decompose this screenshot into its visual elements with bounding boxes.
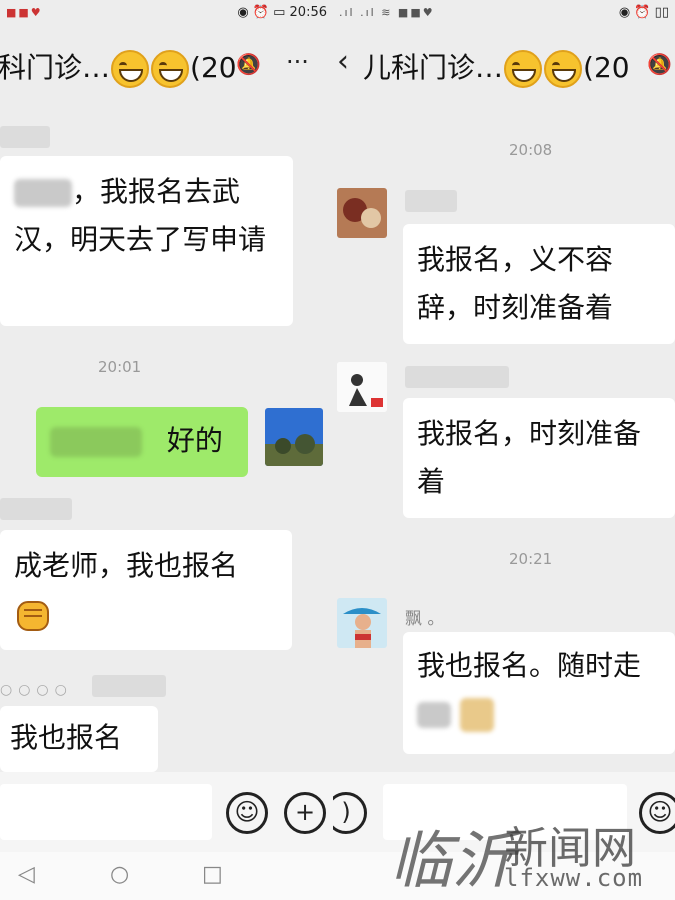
chat-title-bar: 科门诊… (20 🔕 ··· bbox=[0, 28, 333, 100]
chat-title-text: 儿科门诊… bbox=[363, 51, 504, 84]
grin-emoji-icon bbox=[504, 50, 543, 88]
grin-emoji-icon bbox=[111, 50, 150, 88]
right-chat-screen: .ıl .ıl ≋ ■■♥ ◉ ⏰ ▯▯ ‹ 儿科门诊… (20 🔕 20:08 … bbox=[333, 0, 675, 900]
nav-recent-icon[interactable]: □ bbox=[202, 862, 223, 887]
status-icons: ■■♥ bbox=[6, 6, 43, 19]
message-bubble[interactable]: 我也报名。随时走 bbox=[403, 632, 675, 754]
timestamp: 20:21 bbox=[509, 550, 553, 568]
grin-emoji-icon bbox=[544, 50, 583, 88]
back-icon[interactable]: ‹ bbox=[337, 44, 349, 79]
bell-off-icon: 🔕 bbox=[236, 52, 261, 76]
nav-back-icon[interactable]: ◁ bbox=[18, 862, 35, 887]
bell-off-icon: 🔕 bbox=[647, 52, 672, 76]
message-bubble[interactable]: 成老师，我也报名 bbox=[0, 530, 292, 650]
chat-title[interactable]: 儿科门诊… (20 bbox=[363, 46, 630, 88]
left-chat-screen: ■■♥ ◉ ⏰ ▭ 20:56 科门诊… (20 🔕 ··· ，我报名去武汉，明天… bbox=[0, 0, 333, 900]
timestamp: 20:08 bbox=[509, 141, 553, 159]
status-time-wrap: ◉ ⏰ ▭ 20:56 bbox=[237, 5, 327, 20]
emoji-icon[interactable]: ☺ bbox=[226, 792, 268, 834]
avatar[interactable] bbox=[337, 362, 387, 412]
watermark-brand: 临沂 bbox=[390, 824, 515, 897]
input-bar: ☺ + bbox=[0, 772, 333, 852]
add-icon[interactable]: + bbox=[284, 792, 326, 834]
watermark-url: lfxww.com bbox=[504, 864, 644, 892]
message-bubble[interactable]: 我报名，时刻准备着 bbox=[403, 398, 675, 518]
more-icon[interactable]: ··· bbox=[286, 48, 309, 76]
voice-icon[interactable]: ) bbox=[333, 792, 367, 834]
avatar[interactable] bbox=[265, 408, 323, 466]
blurred-name bbox=[50, 427, 142, 457]
chat-title-bar: ‹ 儿科门诊… (20 🔕 bbox=[333, 28, 675, 100]
chat-title[interactable]: 科门诊… (20 bbox=[0, 46, 237, 88]
sender-name-blurred bbox=[405, 366, 509, 388]
message-text: 我报名，义不容辞，时刻准备着 bbox=[417, 243, 614, 324]
message-text: 我报名，时刻准备着 bbox=[417, 417, 642, 498]
sender-name: 飘 。 bbox=[405, 609, 445, 629]
message-text: 我也报名 bbox=[10, 721, 123, 754]
status-icons: .ıl .ıl ≋ ■■♥ bbox=[339, 6, 435, 19]
fist-emoji-icon bbox=[17, 601, 49, 631]
sender-name-blurred bbox=[405, 190, 457, 212]
message-bubble[interactable]: 我报名，义不容辞，时刻准备着 bbox=[403, 224, 675, 344]
avatar[interactable] bbox=[337, 188, 387, 238]
status-icons-right: ◉ ⏰ ▯▯ bbox=[618, 5, 669, 20]
site-watermark: 临沂 新闻网 lfxww.com bbox=[386, 810, 675, 900]
sender-name-blurred bbox=[0, 126, 50, 148]
avatar[interactable] bbox=[337, 598, 387, 648]
sender-name-blurred bbox=[0, 498, 72, 520]
chat-title-text: 科门诊… bbox=[0, 51, 111, 84]
navigation-bar: ◁ ○ □ bbox=[0, 852, 333, 900]
timestamp: 20:01 bbox=[98, 358, 142, 376]
message-text: 成老师，我也报名 bbox=[14, 549, 239, 582]
sender-name-blurred bbox=[92, 675, 166, 697]
message-text: 好的 bbox=[166, 424, 223, 457]
message-input[interactable] bbox=[0, 784, 212, 840]
message-bubble[interactable]: ，我报名去武汉，明天去了写申请 bbox=[0, 156, 293, 326]
nav-home-icon[interactable]: ○ bbox=[110, 862, 129, 887]
message-text: 我也报名。随时走 bbox=[417, 649, 642, 682]
blurred-emoji bbox=[459, 698, 494, 732]
status-time: 20:56 bbox=[289, 5, 327, 20]
message-bubble[interactable]: 我也报名 bbox=[0, 706, 158, 772]
status-bar: .ıl .ıl ≋ ■■♥ ◉ ⏰ ▯▯ bbox=[333, 0, 675, 28]
blurred-name bbox=[14, 179, 72, 207]
grin-emoji-icon bbox=[151, 50, 190, 88]
status-bar: ■■♥ ◉ ⏰ ▭ 20:56 bbox=[0, 0, 333, 28]
chat-title-count: (20 bbox=[190, 51, 237, 84]
blurred-emoji bbox=[417, 702, 451, 728]
dots: ○○○○ bbox=[0, 682, 73, 698]
chat-title-count: (20 bbox=[583, 51, 630, 84]
my-message-bubble[interactable]: 好的 bbox=[36, 407, 248, 477]
